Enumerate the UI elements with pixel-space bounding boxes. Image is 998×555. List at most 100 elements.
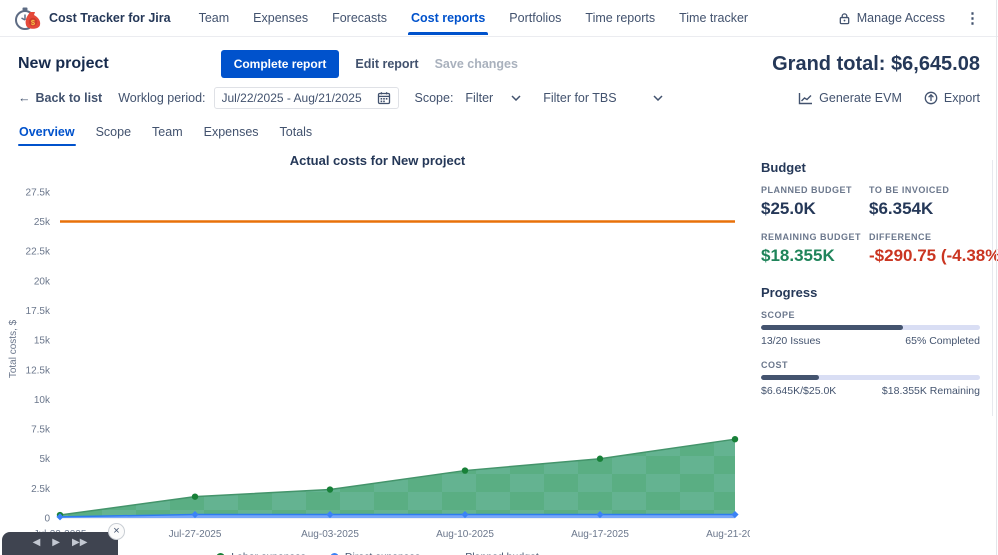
- edit-report-button[interactable]: Edit report: [355, 57, 418, 71]
- window-edge-divider: [996, 0, 997, 555]
- cost-progress-fill: [761, 375, 820, 380]
- scope-filter-value: Filter: [465, 91, 494, 105]
- svg-text:10k: 10k: [34, 395, 51, 406]
- legend-labor-label: Labor expenses: [231, 551, 306, 555]
- nav-item-time-tracker[interactable]: Time tracker: [679, 1, 748, 35]
- to-be-invoiced-value: $6.354K: [869, 199, 934, 218]
- worklog-period-input-box[interactable]: [213, 87, 399, 109]
- page-title: New project: [18, 55, 109, 72]
- app-logo-icon: $: [14, 5, 41, 32]
- svg-text:Total costs, $: Total costs, $: [8, 319, 19, 378]
- svg-text:22.5k: 22.5k: [26, 247, 51, 258]
- chart-section: Actual costs for New project 0 2.5k 5k 7.5k…: [0, 146, 764, 555]
- svg-text:Aug-21-2025: Aug-21-2025: [706, 529, 750, 540]
- worklog-period-input[interactable]: [221, 91, 370, 105]
- nav-item-expenses[interactable]: Expenses: [253, 1, 308, 35]
- svg-text:0: 0: [44, 514, 50, 525]
- planned-budget-label: PLANNED BUDGET: [761, 185, 853, 195]
- nav-item-team[interactable]: Team: [199, 1, 230, 35]
- manage-access-button[interactable]: Manage Access: [838, 11, 945, 25]
- generate-evm-button[interactable]: Generate EVM: [798, 91, 902, 105]
- nav-item-time-reports[interactable]: Time reports: [585, 1, 655, 35]
- svg-text:17.5k: 17.5k: [26, 306, 51, 317]
- save-changes-button: Save changes: [434, 57, 518, 71]
- cost-progress-label: COST: [761, 360, 789, 370]
- forward-icon[interactable]: ▶▶: [72, 538, 87, 548]
- svg-text:20k: 20k: [34, 276, 51, 287]
- scope-progress-left: 13/20 Issues: [761, 335, 821, 347]
- report-header: New project Complete report Edit report …: [0, 37, 998, 87]
- export-label: Export: [943, 91, 980, 105]
- tab-team[interactable]: Team: [151, 121, 184, 146]
- legend-budget-label: Planned budget: [465, 551, 539, 555]
- worklog-period-label: Worklog period:: [118, 91, 206, 105]
- svg-text:Aug-10-2025: Aug-10-2025: [436, 529, 494, 540]
- svg-text:12.5k: 12.5k: [26, 365, 51, 376]
- scope-filter-dropdown[interactable]: Filter: [461, 88, 525, 108]
- svg-text:2.5k: 2.5k: [31, 484, 51, 495]
- legend-labor-expenses[interactable]: Labor expenses: [216, 551, 306, 555]
- back-to-list-label: Back to list: [35, 91, 103, 105]
- difference-label: DIFFERENCE: [869, 232, 932, 242]
- nav-item-forecasts[interactable]: Forecasts: [332, 1, 387, 35]
- cost-chart: 0 2.5k 5k 7.5k 10k 12.5k 15k 17.5k 20k 22.5k 25k 27…: [8, 187, 764, 540]
- top-navigation-bar: $ Cost Tracker for Jira Team Expenses Fo…: [0, 0, 998, 37]
- cost-progress-left: $6.645K/$25.0K: [761, 385, 837, 397]
- cost-progress-right: $18.355K Remaining: [881, 385, 980, 397]
- play-icon[interactable]: ▶: [52, 538, 60, 548]
- export-icon: [924, 91, 938, 105]
- report-controls: ← Back to list Worklog period: Scope: Fi…: [0, 87, 998, 119]
- back-arrow-icon: ←: [18, 91, 31, 105]
- chart-title: Actual costs for New project: [289, 153, 466, 168]
- video-preview-overlay[interactable]: ◀ ▶ ▶▶ ×: [2, 523, 125, 555]
- scope-progress-right: 65% Completed: [905, 335, 980, 347]
- tab-totals[interactable]: Totals: [279, 121, 314, 146]
- chevron-down-icon: [653, 95, 663, 101]
- app-name: Cost Tracker for Jira: [49, 11, 171, 25]
- summary-panel: Budget PLANNED BUDGET $25.0K TO BE INVOI…: [755, 146, 998, 416]
- nav-item-cost-reports[interactable]: Cost reports: [407, 1, 489, 35]
- svg-text:15k: 15k: [34, 336, 51, 347]
- svg-text:Jul-27-2025: Jul-27-2025: [169, 529, 222, 540]
- manage-access-label: Manage Access: [856, 11, 945, 25]
- svg-text:25k: 25k: [34, 217, 51, 228]
- kebab-menu-icon[interactable]: ⋮: [961, 9, 984, 27]
- svg-text:Aug-17-2025: Aug-17-2025: [571, 529, 629, 540]
- tab-expenses[interactable]: Expenses: [203, 121, 260, 146]
- chevron-down-icon: [511, 95, 521, 101]
- calendar-icon[interactable]: [377, 91, 391, 105]
- export-button[interactable]: Export: [924, 91, 980, 105]
- legend-direct-expenses[interactable]: Direct expenses: [329, 551, 420, 555]
- svg-text:7.5k: 7.5k: [31, 425, 51, 436]
- svg-text:27.5k: 27.5k: [26, 187, 51, 198]
- report-tabs: Overview Scope Team Expenses Totals: [0, 119, 998, 146]
- svg-text:5k: 5k: [39, 454, 51, 465]
- close-icon[interactable]: ×: [108, 523, 125, 540]
- scope-progress-fill: [761, 325, 904, 330]
- tbs-filter-value: Filter for TBS: [543, 91, 617, 105]
- nav-item-portfolios[interactable]: Portfolios: [509, 1, 561, 35]
- tbs-filter-dropdown[interactable]: Filter for TBS: [539, 88, 667, 108]
- difference-value: -$290.75 (-4.38%): [869, 246, 998, 265]
- back-to-list-link[interactable]: ← Back to list: [18, 91, 102, 105]
- evm-chart-icon: [798, 92, 813, 105]
- rewind-icon[interactable]: ◀: [33, 538, 41, 548]
- scope-progress-label: SCOPE: [761, 310, 796, 320]
- scope-progress-bar: [761, 325, 980, 330]
- main-navigation: Team Expenses Forecasts Cost reports Por…: [199, 1, 748, 35]
- grand-total: Grand total: $6,645.08: [772, 52, 980, 75]
- generate-evm-label: Generate EVM: [819, 91, 902, 105]
- lock-icon: [838, 12, 851, 25]
- complete-report-button[interactable]: Complete report: [220, 50, 340, 78]
- scope-label: Scope:: [414, 91, 454, 105]
- progress-header: Progress: [761, 285, 818, 300]
- legend-planned-budget[interactable]: Planned budget: [444, 551, 539, 555]
- legend-direct-label: Direct expenses: [345, 551, 420, 555]
- tab-scope[interactable]: Scope: [95, 121, 132, 146]
- cost-progress-bar: [761, 375, 980, 380]
- remaining-budget-value: $18.355K: [761, 246, 835, 265]
- budget-header: Budget: [761, 160, 806, 175]
- tab-overview[interactable]: Overview: [18, 121, 76, 146]
- planned-budget-value: $25.0K: [761, 199, 816, 218]
- svg-text:Aug-03-2025: Aug-03-2025: [301, 529, 359, 540]
